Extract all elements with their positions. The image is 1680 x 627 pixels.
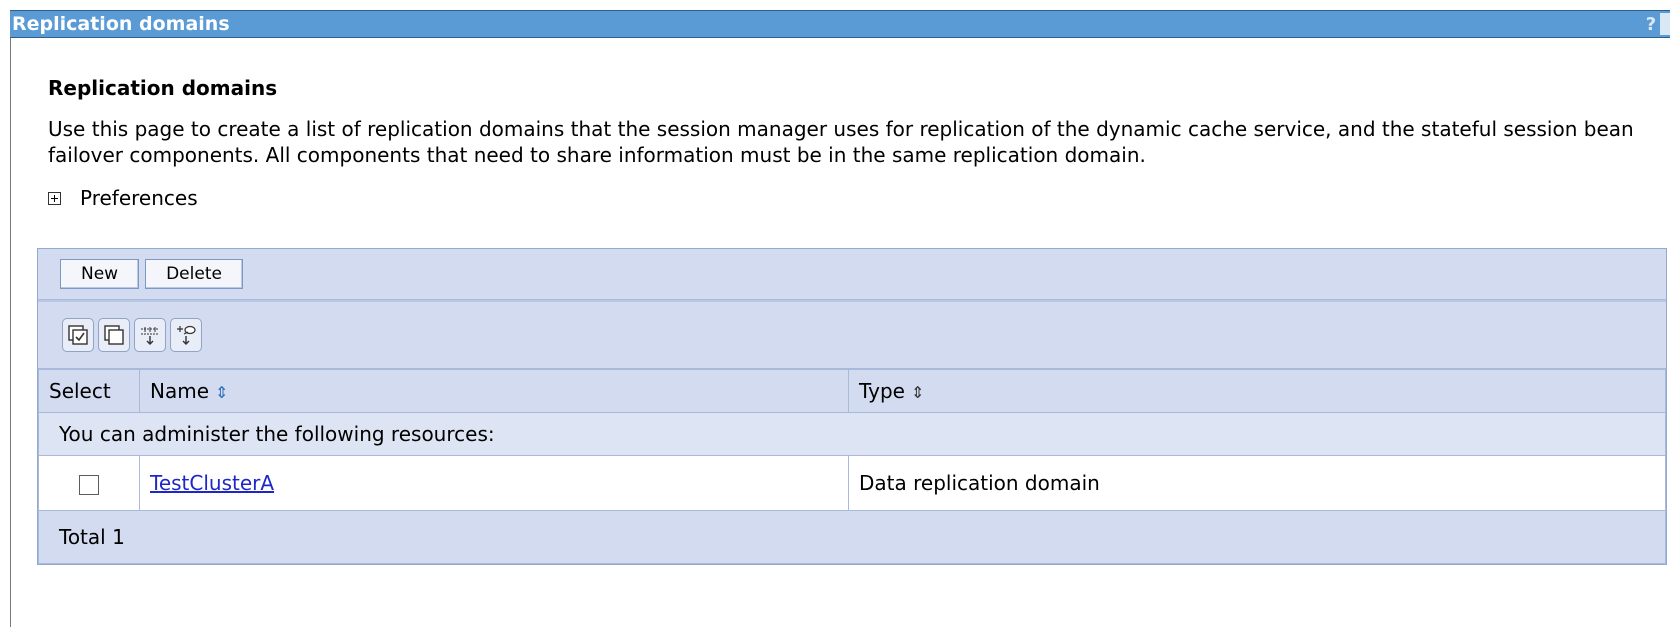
button-bar: New Delete	[38, 249, 1666, 300]
page-description: Use this page to create a list of replic…	[48, 117, 1634, 167]
new-button[interactable]: New	[60, 259, 140, 289]
table-total-row: Total 1	[38, 510, 1666, 564]
table-row: TestClusterA Data replication domain	[38, 455, 1666, 511]
expand-icon[interactable]	[48, 191, 61, 205]
portlet-titlebar: Replication domains ?	[10, 10, 1670, 38]
resources-table: Select Name ⇕ Type ⇕ You can administer th…	[38, 369, 1666, 564]
name-cell: TestClusterA	[139, 455, 849, 511]
page-content: Replication domains Use this page to cre…	[48, 76, 1658, 210]
select-cell	[38, 455, 140, 511]
column-header-type[interactable]: Type ⇕	[848, 369, 1666, 413]
column-header-type-label[interactable]: Type	[859, 379, 905, 403]
resource-name-link[interactable]: TestClusterA	[150, 471, 274, 495]
deselect-all-icon[interactable]	[98, 318, 130, 352]
show-filter-icon[interactable]	[134, 318, 166, 352]
clear-filter-icon[interactable]	[170, 318, 202, 352]
type-cell: Data replication domain	[848, 455, 1666, 511]
sort-icon[interactable]: ⇕	[911, 383, 924, 402]
table-header-row: Select Name ⇕ Type ⇕	[38, 369, 1666, 413]
column-header-name[interactable]: Name ⇕	[139, 369, 849, 413]
icon-toolbar	[38, 300, 1666, 369]
help-icon[interactable]: ?	[1644, 14, 1658, 35]
column-header-name-label[interactable]: Name	[150, 379, 209, 403]
collection-table: New Delete Select Name ⇕ Type ⇕ You can …	[37, 248, 1667, 565]
page-title: Replication domains	[48, 76, 278, 100]
total-count: Total 1	[38, 510, 1666, 564]
window-title: Replication domains	[12, 13, 230, 35]
preferences-label[interactable]: Preferences	[80, 186, 198, 210]
minimize-icon[interactable]	[1660, 13, 1670, 35]
select-all-icon[interactable]	[62, 318, 94, 352]
info-text: You can administer the following resourc…	[38, 412, 1666, 456]
column-header-select: Select	[38, 369, 140, 413]
sort-icon[interactable]: ⇕	[215, 383, 228, 402]
row-checkbox[interactable]	[79, 474, 99, 495]
delete-button[interactable]: Delete	[145, 259, 243, 289]
preferences-toggle[interactable]: Preferences	[48, 186, 1658, 210]
table-info-row: You can administer the following resourc…	[38, 412, 1666, 456]
